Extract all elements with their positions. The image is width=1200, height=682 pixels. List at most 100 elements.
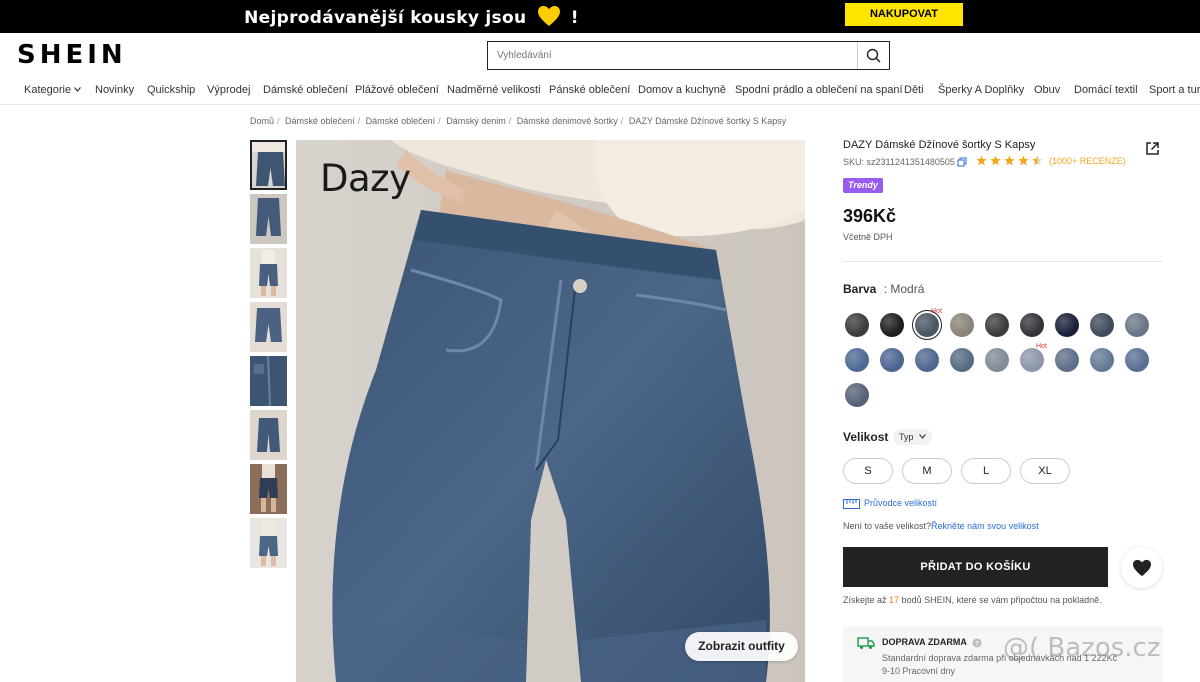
thumbnail-image[interactable] (250, 194, 287, 244)
size-type-label: Typ (899, 432, 914, 442)
heart-icon (1132, 559, 1151, 576)
points-text-before: Získejte až (843, 595, 887, 605)
promo-text-end: ! (570, 8, 579, 28)
add-to-cart-button[interactable]: PŘIDAT DO KOŠÍKU (843, 547, 1108, 587)
yellow-heart-icon (537, 6, 560, 26)
breadcrumb-link[interactable]: Dámské oblečení (366, 116, 436, 126)
search-icon (866, 48, 881, 63)
color-swatch[interactable] (915, 348, 939, 372)
breadcrumb-link[interactable]: Domů (250, 116, 274, 126)
info-icon[interactable]: ? (972, 638, 982, 648)
color-swatch[interactable] (950, 313, 974, 337)
color-value: : Modrá (883, 282, 925, 296)
color-swatch[interactable] (985, 348, 1009, 372)
color-swatch[interactable] (880, 313, 904, 337)
nav-item-underwear[interactable]: Spodní prádlo a oblečení na spaní (735, 84, 903, 96)
product-title: DAZY Dámské Džínové šortky S Kapsy (843, 139, 1036, 151)
trendy-badge: Trendy (843, 178, 883, 193)
thumbnail-image[interactable] (250, 248, 287, 298)
size-option-m[interactable]: M (902, 458, 952, 484)
color-swatch[interactable] (1020, 313, 1044, 337)
search-bar (487, 41, 890, 70)
size-guide-link[interactable]: Průvodce velikostí (864, 498, 937, 508)
tell-us-size-link[interactable]: Řekněte nám svou velikost (931, 521, 1039, 531)
shop-now-button[interactable]: NAKUPOVAT (845, 3, 963, 26)
shipping-title: DOPRAVA ZDARMA (882, 637, 967, 647)
size-option-xl[interactable]: XL (1020, 458, 1070, 484)
ruler-icon (843, 499, 860, 509)
nav-item-sport[interactable]: Sport a turi (1149, 84, 1200, 96)
nav-item-home-kitchen[interactable]: Domov a kuchyně (638, 84, 726, 96)
thumbnail-image[interactable] (250, 140, 287, 190)
share-icon[interactable] (1145, 141, 1160, 156)
fit-question: Není to vaše velikost? (843, 521, 932, 531)
star-icon (990, 155, 1001, 166)
thumbnail-image[interactable] (250, 356, 287, 406)
fit-note: Není to vaše velikost?Řekněte nám svou v… (843, 521, 1039, 531)
main-product-image[interactable] (296, 140, 805, 682)
points-text-after: bodů SHEIN, které se vám připočtou na po… (901, 595, 1102, 605)
color-swatch[interactable] (845, 383, 869, 407)
thumbnail-image[interactable] (250, 464, 287, 514)
search-input[interactable] (488, 42, 858, 69)
promo-text-main: Nejprodávanější kousky jsou (244, 8, 527, 28)
nav-item-beachwear[interactable]: Plážové oblečení (355, 84, 439, 96)
size-option-s[interactable]: S (843, 458, 893, 484)
color-swatch[interactable] (845, 348, 869, 372)
breadcrumb: Domů / Dámské oblečení / Dámské oblečení / … (250, 116, 787, 126)
color-swatch[interactable] (845, 313, 869, 337)
show-outfits-button[interactable]: Zobrazit outfity (685, 632, 798, 661)
thumbnail-image[interactable] (250, 410, 287, 460)
wishlist-button[interactable] (1121, 547, 1162, 588)
hot-badge: Hot (1036, 343, 1047, 350)
color-swatch[interactable] (1055, 313, 1079, 337)
nav-item-sale[interactable]: Výprodej (207, 84, 250, 96)
size-option-l[interactable]: L (961, 458, 1011, 484)
product-sku: SKU: sz2311241351480505 (843, 157, 955, 167)
color-swatch[interactable] (1090, 348, 1114, 372)
shein-logo[interactable]: SHEIN (17, 40, 127, 70)
color-swatch[interactable] (915, 313, 939, 337)
chevron-down-icon (919, 434, 926, 439)
color-swatch[interactable] (880, 348, 904, 372)
vat-note: Včetně DPH (843, 232, 893, 242)
thumbnail-image[interactable] (250, 302, 287, 352)
breadcrumb-link[interactable]: Dámské oblečení (285, 116, 355, 126)
color-swatch[interactable] (1125, 313, 1149, 337)
breadcrumb-link[interactable]: Dámské denimové šortky (517, 116, 618, 126)
nav-item-categories[interactable]: Kategorie (24, 84, 82, 96)
breadcrumb-link[interactable]: Dámský denim (446, 116, 506, 126)
color-swatch[interactable] (1055, 348, 1079, 372)
shipping-time: 9-10 Pracovní dny (882, 666, 956, 676)
color-swatch[interactable] (985, 313, 1009, 337)
nav-item-kids[interactable]: Děti (904, 84, 924, 96)
promo-text: Nejprodávanější kousky jsou ! (0, 5, 823, 28)
color-label: Barva : Modrá (843, 282, 924, 296)
product-price: 396Kč (843, 206, 897, 226)
hot-badge: Hot (931, 308, 942, 315)
svg-text:?: ? (975, 641, 979, 648)
nav-item-jewelry[interactable]: Šperky A Doplňky (938, 84, 1024, 96)
thumbnail-image[interactable] (250, 518, 287, 568)
category-nav: Kategorie Novinky Quickship Výprodej Dám… (0, 80, 1200, 105)
size-label: Velikost (843, 430, 889, 444)
nav-item-shoes[interactable]: Obuv (1034, 84, 1060, 96)
color-swatch[interactable] (1090, 313, 1114, 337)
nav-item-home-textile[interactable]: Domácí textil (1074, 84, 1138, 96)
product-photo (296, 140, 805, 682)
points-note: Získejte až 17 bodů SHEIN, které se vám … (843, 595, 1102, 605)
size-type-dropdown[interactable]: Typ (893, 429, 933, 445)
color-swatch[interactable] (950, 348, 974, 372)
color-swatch[interactable] (1125, 348, 1149, 372)
nav-item-plus-size[interactable]: Nadměrné velikosti (447, 84, 541, 96)
review-count[interactable]: (1000+ RECENZE) (1049, 156, 1126, 166)
copy-icon[interactable] (957, 157, 967, 167)
search-button[interactable] (857, 42, 889, 69)
nav-item-men[interactable]: Pánské oblečení (549, 84, 630, 96)
color-swatch[interactable] (1020, 348, 1044, 372)
star-icon (976, 155, 987, 166)
nav-item-new[interactable]: Novinky (95, 84, 134, 96)
star-icon (1004, 155, 1015, 166)
nav-item-quickship[interactable]: Quickship (147, 84, 195, 96)
nav-item-women[interactable]: Dámské oblečení (263, 84, 348, 96)
